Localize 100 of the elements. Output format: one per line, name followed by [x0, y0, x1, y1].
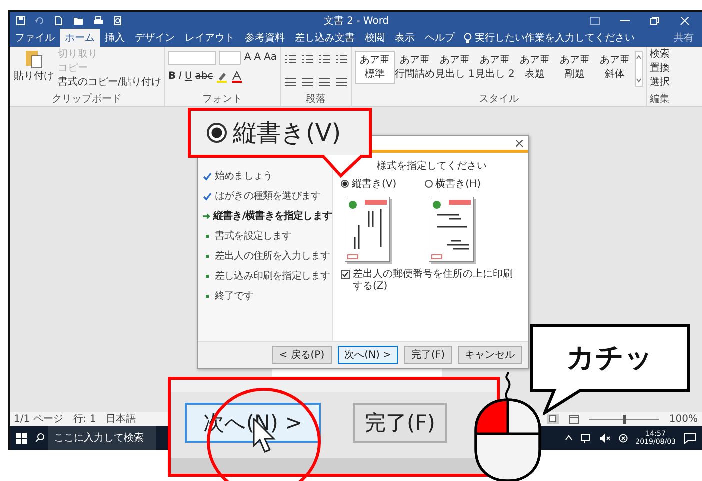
ribbon-tab[interactable]: レイアウト	[180, 29, 240, 47]
undo-icon[interactable]	[35, 16, 45, 26]
dialog-button[interactable]: キャンセル	[458, 346, 522, 364]
language-label: 日本語	[106, 412, 136, 426]
group-label: 編集	[650, 94, 670, 106]
check-icon	[203, 192, 212, 200]
dialog-button[interactable]: 次へ(N) >	[338, 346, 398, 364]
group-label: フォント	[202, 94, 243, 106]
font-name-field[interactable]	[168, 51, 216, 65]
style-name: 標準	[365, 68, 386, 81]
wizard-step: 終了です	[215, 289, 254, 303]
style-sample: あア亜	[480, 54, 510, 68]
dialog-button[interactable]: 完了(F)	[404, 346, 452, 364]
format-button[interactable]: U	[184, 71, 192, 83]
dialog-button[interactable]: < 戻る(P)	[272, 346, 332, 364]
style-gallery-item[interactable]: あア亜 見出し 1	[435, 51, 476, 84]
windows-start-icon[interactable]	[16, 432, 27, 444]
paragraph-format-icon[interactable]	[301, 54, 314, 65]
radio-button[interactable]	[424, 180, 433, 188]
share-button[interactable]: 共有	[666, 29, 702, 47]
printer-icon[interactable]	[93, 16, 104, 26]
postcard-drawing	[428, 197, 477, 265]
style-sample: あア亜	[400, 54, 430, 68]
lightbulb-icon	[464, 32, 472, 44]
paste-button[interactable]: 貼り付け	[13, 49, 55, 94]
restore-icon[interactable]	[650, 16, 660, 24]
check-icon	[203, 172, 212, 180]
style-name: 見出し 1	[435, 68, 475, 81]
format-button[interactable]: abc	[195, 71, 214, 83]
radio-button[interactable]	[341, 180, 349, 188]
paragraph-format-icon[interactable]	[301, 77, 314, 88]
zoom-level: 100%	[669, 414, 698, 424]
save-icon[interactable]	[16, 16, 26, 26]
speaker-muted-icon[interactable]	[600, 434, 611, 442]
style-sample: あア亜	[560, 54, 590, 68]
style-name: 副題	[565, 68, 586, 81]
style-sample: あア亜	[440, 54, 470, 68]
new-document-icon[interactable]	[54, 16, 64, 26]
highlighter-icon[interactable]	[216, 71, 228, 83]
checkbox[interactable]	[341, 270, 350, 279]
style-gallery-item[interactable]: あア亜 表題	[515, 51, 556, 84]
style-sample: あア亜	[600, 54, 630, 68]
editing-command[interactable]: 選択	[650, 77, 670, 89]
checkbox-label[interactable]: 差出人の郵便番号を住所の上に印刷する(Z)	[353, 269, 522, 293]
search-icon	[35, 433, 45, 443]
zoomed-dialog-button[interactable]: 完了(F)	[353, 403, 448, 443]
paragraph-format-icon[interactable]	[284, 77, 298, 88]
style-name: 斜体	[605, 68, 626, 81]
font-size-field[interactable]	[219, 51, 242, 65]
wizard-step: 差出人の住所を入力します	[215, 249, 330, 263]
taskbar-search-field[interactable]: ここに入力して検索	[48, 426, 156, 450]
paragraph-format-icon[interactable]	[284, 54, 298, 65]
ribbon-tab[interactable]: ホーム	[60, 29, 100, 47]
font-color-icon[interactable]	[231, 71, 244, 83]
sound-effect-text: カチッ	[566, 340, 654, 376]
style-name: 行間詰め	[395, 68, 436, 81]
web-layout-icon[interactable]	[569, 414, 580, 424]
ribbon-tab[interactable]: 挿入	[100, 29, 130, 47]
ribbon-tab[interactable]: 参考資料	[240, 29, 290, 47]
ribbon-display-icon[interactable]	[590, 16, 600, 24]
font-size-button[interactable]: Aa	[264, 52, 278, 64]
style-gallery-item[interactable]: あア亜 斜体	[595, 51, 636, 84]
group-label: 段落	[306, 94, 326, 106]
ribbon-tab[interactable]: ヘルプ	[420, 29, 460, 47]
wizard-step: 書式を設定します	[215, 229, 292, 243]
ribbon-tab[interactable]: 校閲	[360, 29, 390, 47]
callout-text: 縦書き(V)	[233, 118, 342, 149]
style-gallery-item[interactable]: あア亜 標準	[355, 51, 396, 84]
ribbon-tab[interactable]: 差し込み文書	[290, 29, 360, 47]
format-button[interactable]: B	[168, 71, 176, 83]
paragraph-format-icon[interactable]	[335, 54, 348, 65]
network-icon[interactable]	[580, 434, 592, 442]
font-size-button[interactable]: A	[254, 52, 262, 64]
style-gallery-item[interactable]: あア亜 行間詰め	[395, 51, 436, 84]
folder-icon[interactable]	[73, 16, 84, 26]
radio-label[interactable]: 縦書き(V)	[352, 177, 397, 191]
ribbon-tab[interactable]: ファイル	[10, 29, 60, 47]
editing-command[interactable]: 検索	[650, 49, 670, 61]
paragraph-format-icon[interactable]	[318, 54, 332, 65]
print-preview-icon[interactable]	[113, 16, 123, 26]
editing-command[interactable]: 置換	[650, 63, 670, 75]
postcard-drawing	[345, 197, 393, 265]
radio-label[interactable]: 横書き(H)	[436, 177, 481, 191]
font-size-button[interactable]: A	[244, 52, 252, 64]
arrow-icon	[203, 212, 211, 220]
paragraph-format-icon[interactable]	[335, 77, 348, 88]
style-gallery-item[interactable]: あア亜 見出し 2	[475, 51, 516, 84]
paragraph-format-icon[interactable]	[318, 77, 332, 88]
clipboard-command[interactable]: 書式のコピー/貼り付け	[58, 77, 162, 89]
instruction-text: 様式を指定してください	[377, 160, 488, 173]
notification-icon[interactable]	[684, 432, 696, 444]
ribbon-tab[interactable]: デザイン	[130, 29, 180, 47]
slider-thumb[interactable]	[623, 414, 626, 424]
chevron-up-icon[interactable]	[564, 435, 573, 441]
close-icon[interactable]	[516, 140, 523, 146]
print-layout-icon[interactable]	[547, 414, 560, 424]
style-gallery-item[interactable]: あア亜 副題	[555, 51, 596, 84]
ribbon-tab[interactable]: 表示	[390, 29, 420, 47]
gallery-scroll-icon[interactable]	[635, 51, 644, 87]
format-button[interactable]: I	[179, 71, 182, 83]
